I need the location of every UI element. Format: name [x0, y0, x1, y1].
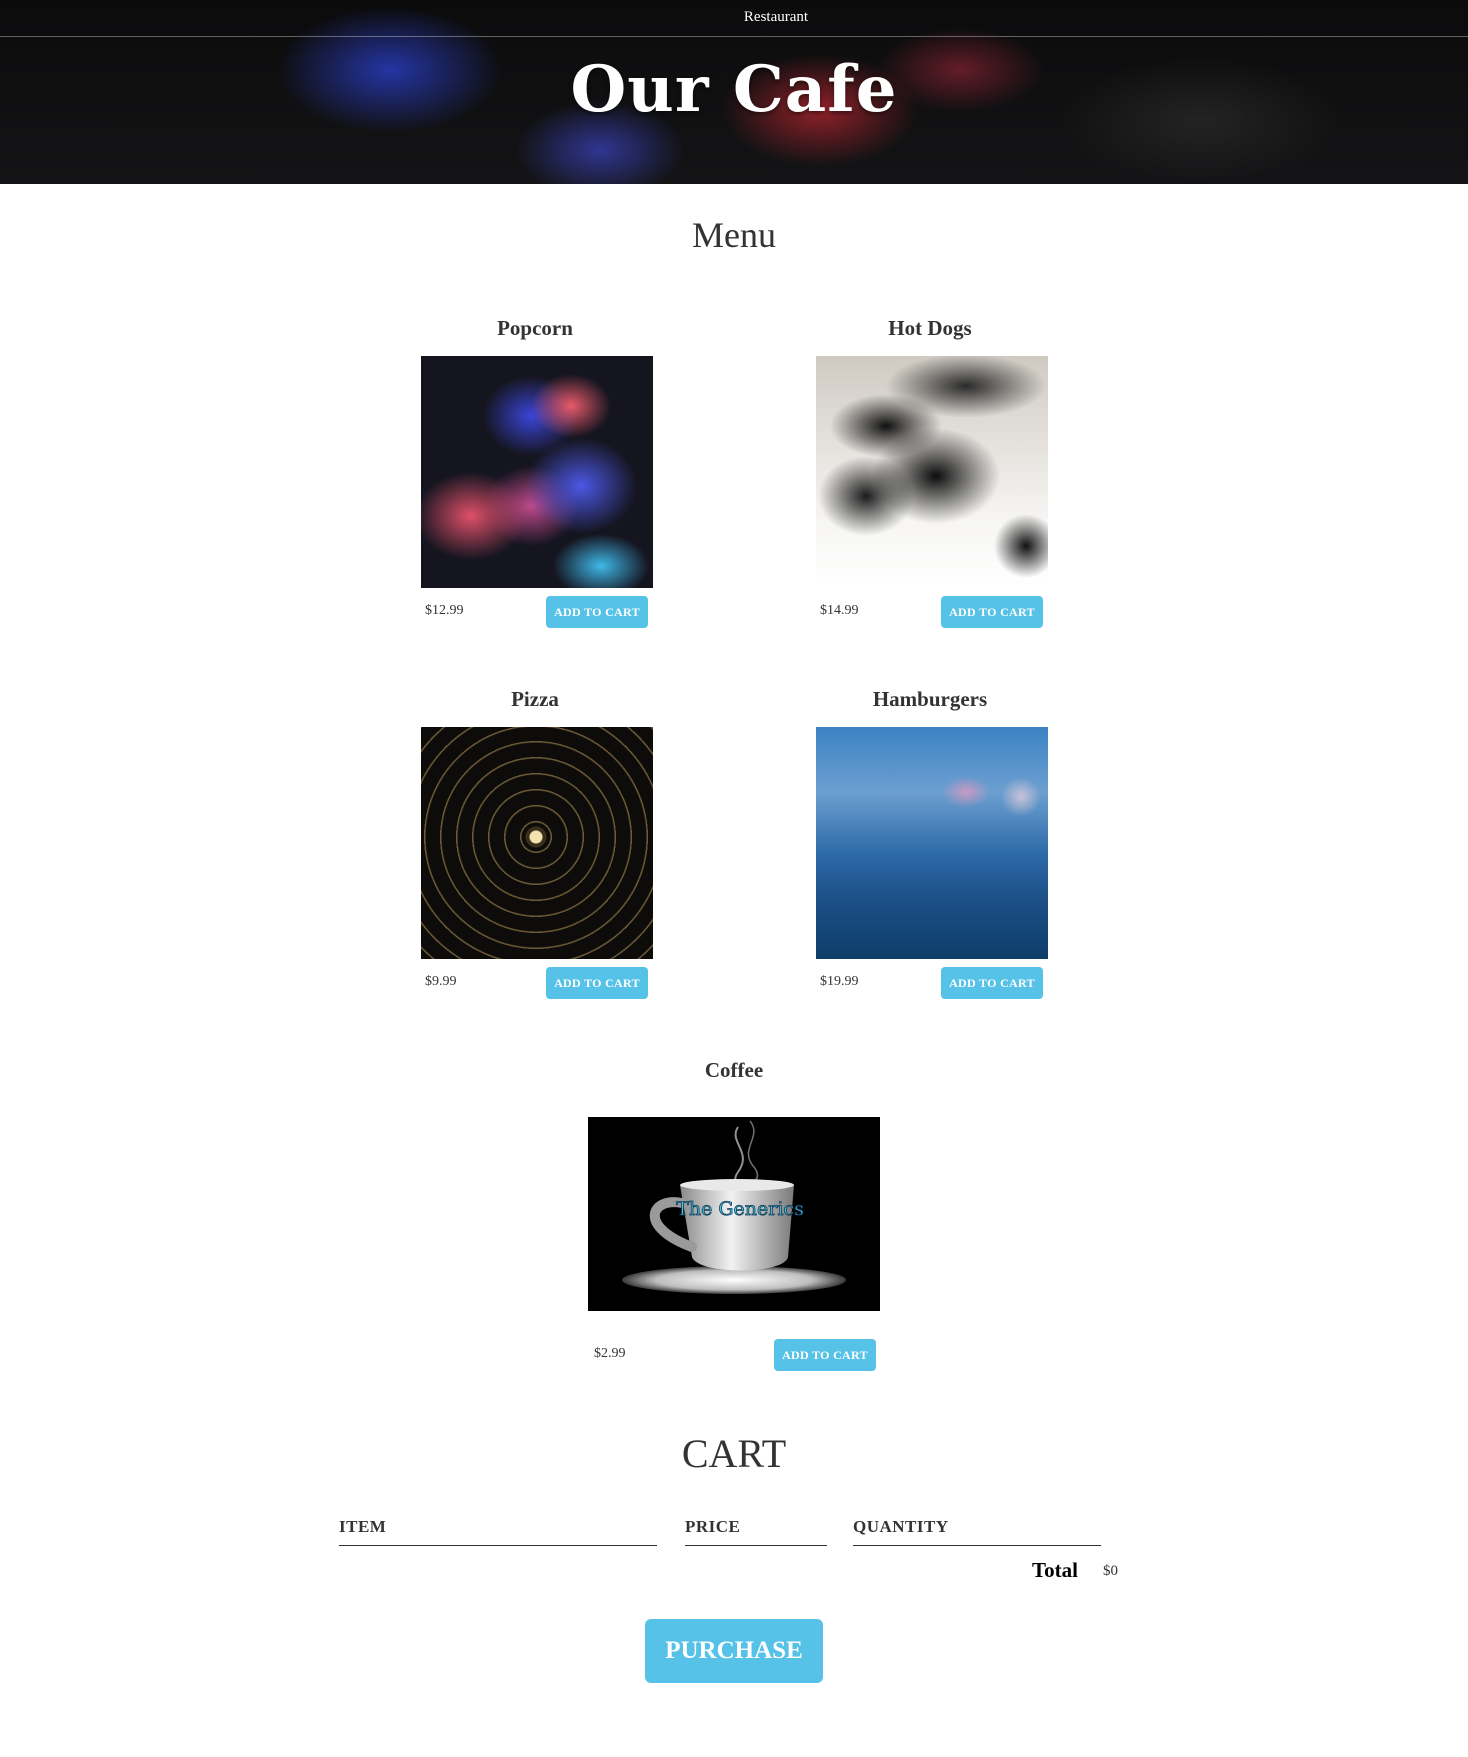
item-name: Hamburgers: [872, 687, 988, 711]
cart-column-price: PRICE: [685, 1517, 827, 1546]
coffee-image: The Generics: [588, 1117, 880, 1311]
menu-item-hot-dogs: Hot Dogs $14.99 ADD TO CART: [810, 316, 1050, 632]
purchase-button[interactable]: PURCHASE: [645, 1619, 823, 1683]
item-name: Popcorn: [497, 316, 573, 340]
cup-text: The Generics: [676, 1198, 804, 1220]
coffee-cup-icon: The Generics: [622, 1120, 846, 1294]
add-to-cart-button[interactable]: ADD TO CART: [546, 596, 648, 628]
menu-item-popcorn: Popcorn $12.99 ADD TO CART: [415, 316, 655, 632]
cart-column-item: ITEM: [339, 1517, 657, 1546]
item-name: Coffee: [704, 1058, 764, 1082]
item-price: $12.99: [425, 603, 464, 618]
site-title: Our Cafe: [570, 52, 898, 127]
item-name: Hot Dogs: [888, 316, 972, 340]
item-name: Pizza: [511, 687, 559, 711]
item-price: $9.99: [425, 974, 457, 989]
pizza-image: [421, 727, 653, 959]
top-nav: Restaurant: [0, 0, 1468, 37]
cart-title: CART: [681, 1431, 787, 1476]
nav-restaurant-link[interactable]: Restaurant: [744, 9, 808, 26]
item-price: $2.99: [594, 1346, 626, 1361]
hamburgers-image: [816, 727, 1048, 959]
add-to-cart-button[interactable]: ADD TO CART: [546, 967, 648, 999]
menu-item-pizza: Pizza $9.99 ADD TO CART: [415, 687, 655, 1003]
menu-item-coffee: Coffee The Generics $2.99 ADD TO CART: [584, 1058, 884, 1374]
menu-item-hamburgers: Hamburgers $19.99 ADD TO CART: [810, 687, 1050, 1003]
add-to-cart-button[interactable]: ADD TO CART: [774, 1339, 876, 1371]
add-to-cart-button[interactable]: ADD TO CART: [941, 967, 1043, 999]
cart-total-label: Total: [1032, 1558, 1078, 1582]
item-price: $14.99: [820, 603, 859, 618]
hot-dogs-image: [816, 356, 1048, 588]
popcorn-image: [421, 356, 653, 588]
cart-total-value: $0: [1103, 1563, 1118, 1579]
add-to-cart-button[interactable]: ADD TO CART: [941, 596, 1043, 628]
site-header: Restaurant Our Cafe: [0, 0, 1468, 184]
menu-title: Menu: [692, 215, 776, 255]
item-price: $19.99: [820, 974, 859, 989]
cart-column-quantity: QUANTITY: [853, 1517, 1101, 1546]
